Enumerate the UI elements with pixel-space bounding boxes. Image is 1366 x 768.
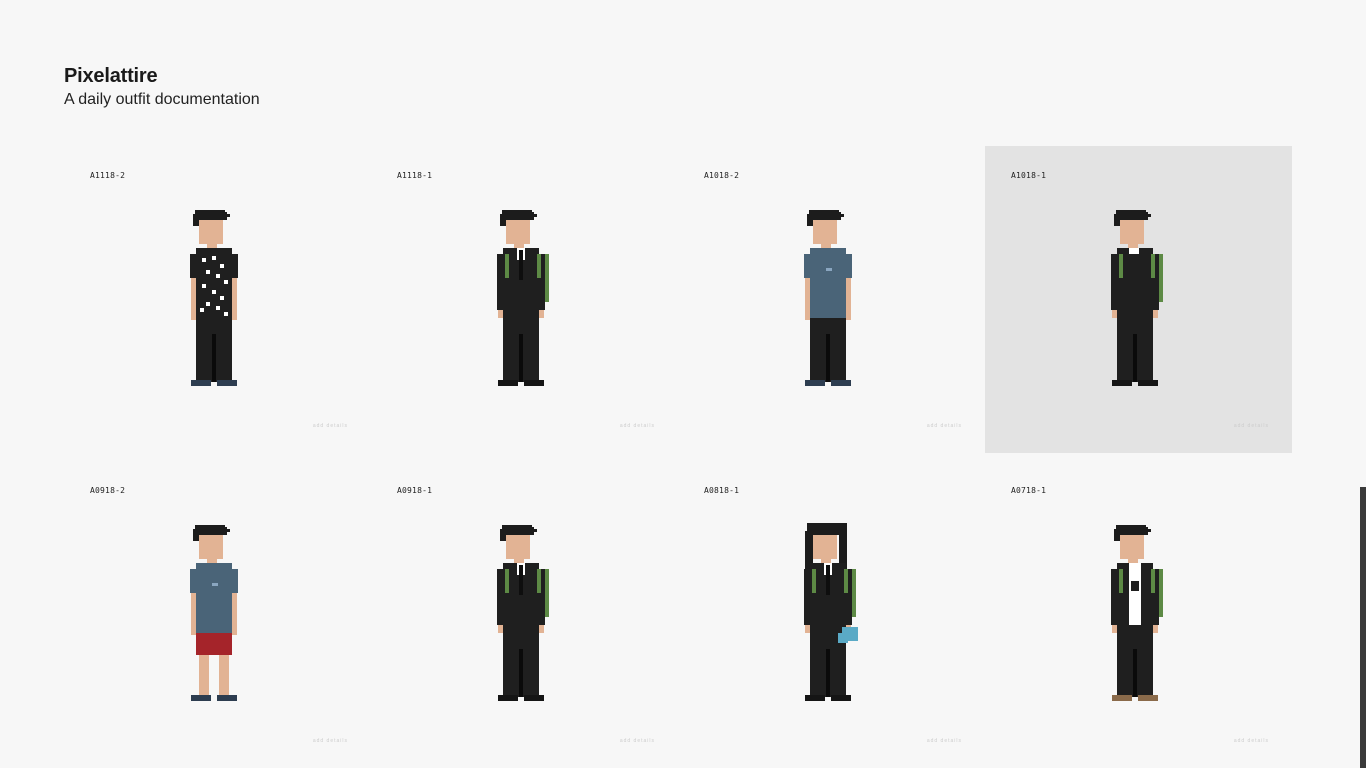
outfit-figure [804,210,852,386]
outfit-figure [190,525,238,701]
outfit-footer-text: add details [619,738,655,744]
outfit-card[interactable]: A0718-1 add details [985,461,1292,768]
outfit-card[interactable]: A0818-1 add details [678,461,985,768]
outfit-id-label: A0918-1 [397,486,433,495]
outfit-grid: A1118-2 add details A1118-1 add details A101… [64,146,1292,768]
site-title: Pixelattire [64,65,158,87]
outfit-id-label: A1118-1 [397,171,433,180]
outfit-illustration [497,208,553,395]
outfit-illustration [804,523,860,710]
outfit-illustration [1111,523,1167,710]
outfit-id-label: A0918-2 [90,486,126,495]
outfit-id-label: A1018-1 [1011,171,1047,180]
outfit-illustration [190,523,246,710]
outfit-figure [497,525,549,701]
site-header: Pixelattire A daily outfit documentation [64,64,260,110]
outfit-id-label: A1118-2 [90,171,126,180]
outfit-figure [497,210,549,386]
outfit-footer-text: add details [312,423,348,429]
outfit-id-label: A0818-1 [704,486,740,495]
site-subtitle: A daily outfit documentation [64,91,260,108]
outfit-illustration [1111,208,1167,395]
outfit-card[interactable]: A0918-1 add details [371,461,678,768]
outfit-footer-text: add details [1233,423,1269,429]
outfit-footer-text: add details [1233,738,1269,744]
outfit-figure [190,210,238,386]
outfit-figure [1111,525,1163,701]
outfit-figure [1111,210,1163,386]
outfit-illustration [190,208,246,395]
outfit-card[interactable]: A1118-1 add details [371,146,678,453]
outfit-footer-text: add details [926,738,962,744]
outfit-card[interactable]: A1018-1 add details [985,146,1292,453]
outfit-illustration [497,523,553,710]
outfit-figure [804,523,858,701]
outfit-illustration [804,208,860,395]
outfit-id-label: A1018-2 [704,171,740,180]
outfit-footer-text: add details [926,423,962,429]
outfit-footer-text: add details [312,738,348,744]
outfit-card[interactable]: A1118-2 add details [64,146,371,453]
outfit-card[interactable]: A1018-2 add details [678,146,985,453]
outfit-id-label: A0718-1 [1011,486,1047,495]
outfit-card[interactable]: A0918-2 add details [64,461,371,768]
scrollbar-thumb[interactable] [1360,487,1366,768]
outfit-footer-text: add details [619,423,655,429]
